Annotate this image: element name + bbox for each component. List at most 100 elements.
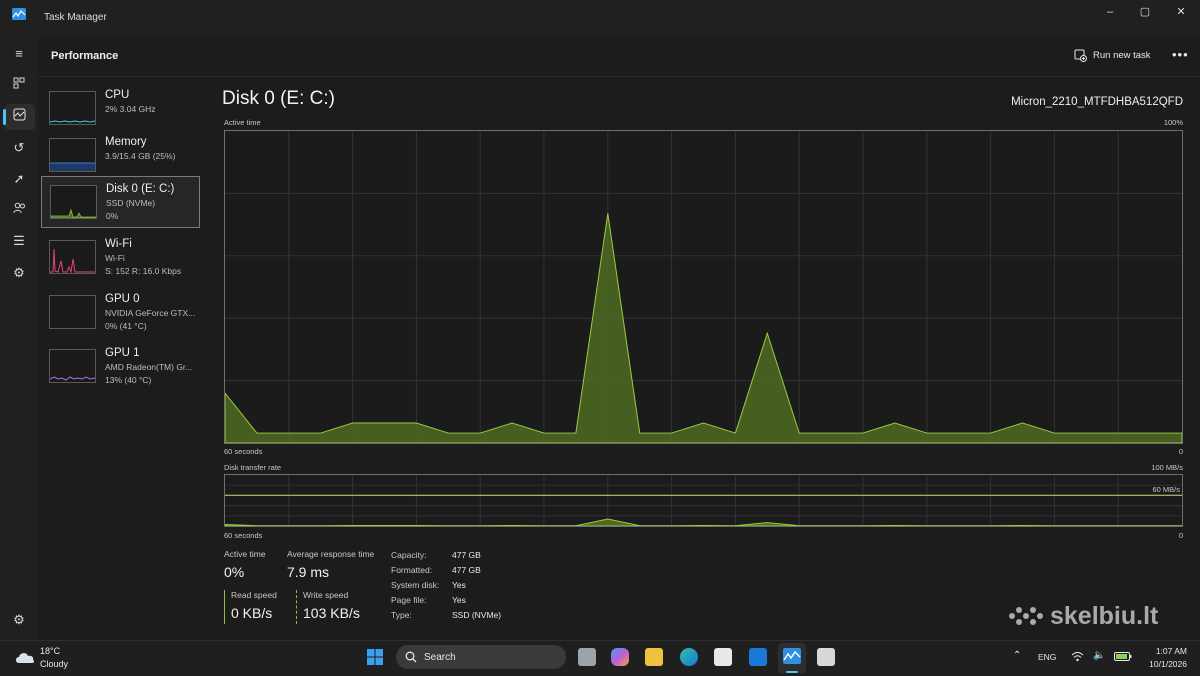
- taskbar-search-box[interactable]: [396, 645, 566, 669]
- active-time-value: 0%: [224, 564, 245, 580]
- sidebar-item-detail-2: 0%: [106, 211, 119, 221]
- chart1-left-label: 60 seconds: [224, 447, 263, 456]
- task-view-icon[interactable]: [578, 648, 596, 666]
- info-value: SSD (NVMe): [452, 610, 502, 620]
- info-value: 477 GB: [452, 565, 481, 575]
- page-title: Performance: [51, 50, 119, 62]
- cpu-thumbnail-graph: [49, 91, 96, 125]
- sidebar-item-detail: NVIDIA GeForce GTX...: [105, 308, 196, 318]
- performance-icon[interactable]: [9, 107, 29, 127]
- sidebar-item-cpu[interactable]: CPU 2% 3.04 GHz: [41, 83, 200, 135]
- sidebar-item-detail-2: S: 152 R: 16.0 Kbps: [105, 266, 182, 276]
- chart2-line-label: 60 MB/s: [1152, 485, 1180, 494]
- chart2-grid: [225, 475, 1182, 526]
- disk-title: Disk 0 (E: C:): [222, 88, 335, 109]
- sidebar-item-detail: Wi-Fi: [105, 253, 125, 263]
- hamburger-menu-icon[interactable]: ≡: [9, 44, 29, 64]
- title-bar: [0, 0, 1200, 36]
- input-language[interactable]: ENG: [1038, 652, 1056, 662]
- sidebar-item-detail: SSD (NVMe): [106, 198, 156, 208]
- sidebar-item-memory[interactable]: Memory 3.9/15.4 GB (25%): [41, 130, 200, 182]
- sidebar-item-wifi[interactable]: Wi-Fi Wi-Fi S: 152 R: 16.0 Kbps: [41, 232, 200, 284]
- show-hidden-icons-chevron-icon[interactable]: ⌃: [1013, 650, 1021, 661]
- active-time-label: Active time: [224, 549, 266, 559]
- run-new-task-button[interactable]: Run new task: [1074, 47, 1151, 63]
- disk-thumbnail-graph: [50, 185, 97, 219]
- watermark-text: skelbiu.lt: [1050, 602, 1159, 630]
- startup-apps-icon[interactable]: ➚: [9, 169, 29, 189]
- write-speed-label: Write speed: [303, 590, 349, 600]
- run-task-icon: [1074, 49, 1087, 62]
- gpu0-thumbnail-graph: [49, 295, 96, 329]
- read-speed-indicator: [224, 590, 225, 624]
- gpu1-thumbnail-graph: [49, 349, 96, 383]
- info-value: 477 GB: [452, 550, 481, 560]
- close-button[interactable]: ✕: [1166, 4, 1196, 20]
- sidebar-item-name: GPU 1: [105, 347, 140, 359]
- memory-thumbnail-graph: [49, 138, 96, 172]
- chart2-right-label: 0: [1178, 531, 1183, 540]
- write-speed-value: 103 KB/s: [303, 605, 360, 621]
- windows-start-icon[interactable]: [366, 648, 384, 666]
- search-icon: [405, 651, 417, 663]
- nav-active-indicator: [3, 109, 6, 125]
- chart1-title: Active time: [224, 118, 261, 127]
- sidebar-item-name: CPU: [105, 89, 130, 101]
- snipping-tool-icon[interactable]: [817, 648, 835, 666]
- weather-description[interactable]: Cloudy: [40, 659, 68, 669]
- sidebar-item-detail-2: 0% (41 °C): [105, 321, 147, 331]
- minimize-button[interactable]: –: [1095, 4, 1125, 20]
- task-manager-taskbar-icon[interactable]: [783, 648, 801, 664]
- services-icon[interactable]: ⚙: [9, 263, 29, 283]
- chart1-right-label: 0: [1178, 447, 1183, 456]
- disk-model: Micron_2210_MTFDHBA512QFD: [1011, 96, 1183, 108]
- wifi-thumbnail-graph: [49, 240, 96, 274]
- transfer-rate-area: [225, 518, 1182, 526]
- copilot-icon[interactable]: [611, 648, 629, 666]
- sidebar-item-detail-2: 13% (40 °C): [105, 375, 152, 385]
- sidebar-item-gpu-0[interactable]: GPU 0 NVIDIA GeForce GTX... 0% (41 °C): [41, 287, 200, 339]
- clock-date[interactable]: 10/1/2026: [1131, 659, 1187, 669]
- window-title: Task Manager: [44, 12, 107, 23]
- chart2-left-label: 60 seconds: [224, 531, 263, 540]
- search-placeholder: Search: [424, 652, 456, 663]
- volume-icon[interactable]: 🔈: [1093, 650, 1105, 661]
- active-time-chart: [224, 130, 1183, 444]
- microsoft-store-icon[interactable]: [714, 648, 732, 666]
- app-history-icon[interactable]: ↺: [9, 138, 29, 158]
- processes-icon[interactable]: [9, 75, 29, 95]
- info-key: Capacity:: [391, 550, 427, 560]
- battery-icon[interactable]: [1114, 652, 1132, 661]
- outlook-icon[interactable]: [749, 648, 767, 666]
- page-header: [38, 36, 1200, 77]
- cloud-icon[interactable]: [14, 649, 36, 665]
- info-key: System disk:: [391, 580, 440, 590]
- maximize-button[interactable]: ▢: [1130, 4, 1160, 20]
- sidebar-item-detail: 3.9/15.4 GB (25%): [105, 151, 176, 161]
- sidebar-item-gpu-1[interactable]: GPU 1 AMD Radeon(TM) Gr... 13% (40 °C): [41, 341, 200, 393]
- run-new-task-label: Run new task: [1093, 49, 1151, 61]
- users-icon[interactable]: [9, 200, 29, 220]
- read-speed-value: 0 KB/s: [231, 605, 273, 621]
- info-key: Page file:: [391, 595, 427, 605]
- sidebar-item-name: Disk 0 (E: C:): [106, 183, 175, 195]
- details-icon[interactable]: ☰: [9, 231, 29, 251]
- active-app-indicator: [786, 671, 798, 673]
- read-speed-label: Read speed: [231, 590, 277, 600]
- transfer-rate-chart: [224, 474, 1183, 527]
- edge-browser-icon[interactable]: [680, 648, 698, 666]
- weather-temperature[interactable]: 18°C: [40, 646, 60, 656]
- sidebar-item-disk-0[interactable]: Disk 0 (E: C:) SSD (NVMe) 0%: [41, 176, 200, 228]
- more-options-button[interactable]: •••: [1172, 47, 1189, 62]
- chart1-grid: [225, 131, 1182, 443]
- clock-time[interactable]: 1:07 AM: [1141, 646, 1187, 656]
- sidebar-item-detail: 2% 3.04 GHz: [105, 104, 156, 114]
- chart2-title: Disk transfer rate: [224, 463, 282, 472]
- file-explorer-icon[interactable]: [645, 648, 663, 666]
- wifi-icon[interactable]: [1071, 651, 1084, 662]
- settings-icon[interactable]: ⚙: [9, 610, 29, 630]
- task-manager-app-icon: [12, 8, 26, 20]
- chart2-max-label: 100 MB/s: [1151, 463, 1183, 472]
- info-key: Formatted:: [391, 565, 433, 575]
- active-time-area: [225, 213, 1182, 443]
